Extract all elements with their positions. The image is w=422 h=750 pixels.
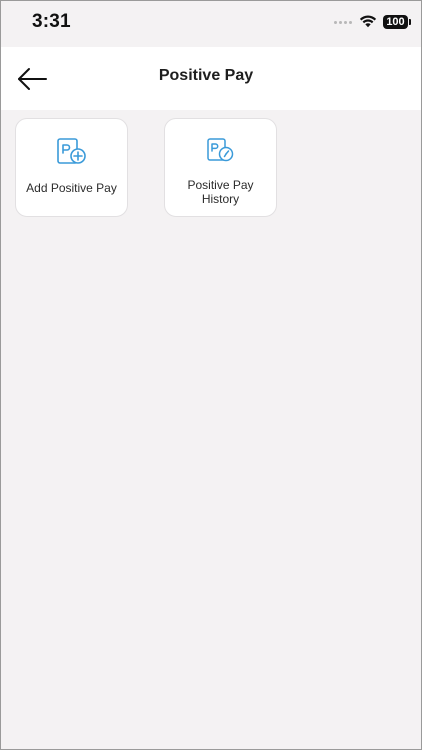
positive-pay-history-tile[interactable]: Positive Pay History: [164, 118, 277, 217]
battery-tip: [409, 19, 411, 25]
status-time: 3:31: [32, 11, 71, 32]
positive-pay-history-label: Positive Pay History: [187, 178, 254, 206]
app-screen: 3:31 100 Positive Pay Add Positive Pay P…: [0, 0, 422, 750]
add-positive-pay-label: Add Positive Pay: [26, 181, 117, 195]
battery-indicator: 100: [383, 15, 408, 29]
wifi-icon: [359, 15, 377, 28]
status-bar: 3:31 100: [1, 1, 421, 47]
header-bar: Positive Pay: [1, 47, 421, 110]
check-add-icon: [56, 138, 86, 164]
page-title: Positive Pay: [158, 67, 254, 84]
cellular-signal-icon: [334, 21, 352, 24]
add-positive-pay-tile[interactable]: Add Positive Pay: [15, 118, 128, 217]
check-history-icon: [206, 138, 233, 162]
